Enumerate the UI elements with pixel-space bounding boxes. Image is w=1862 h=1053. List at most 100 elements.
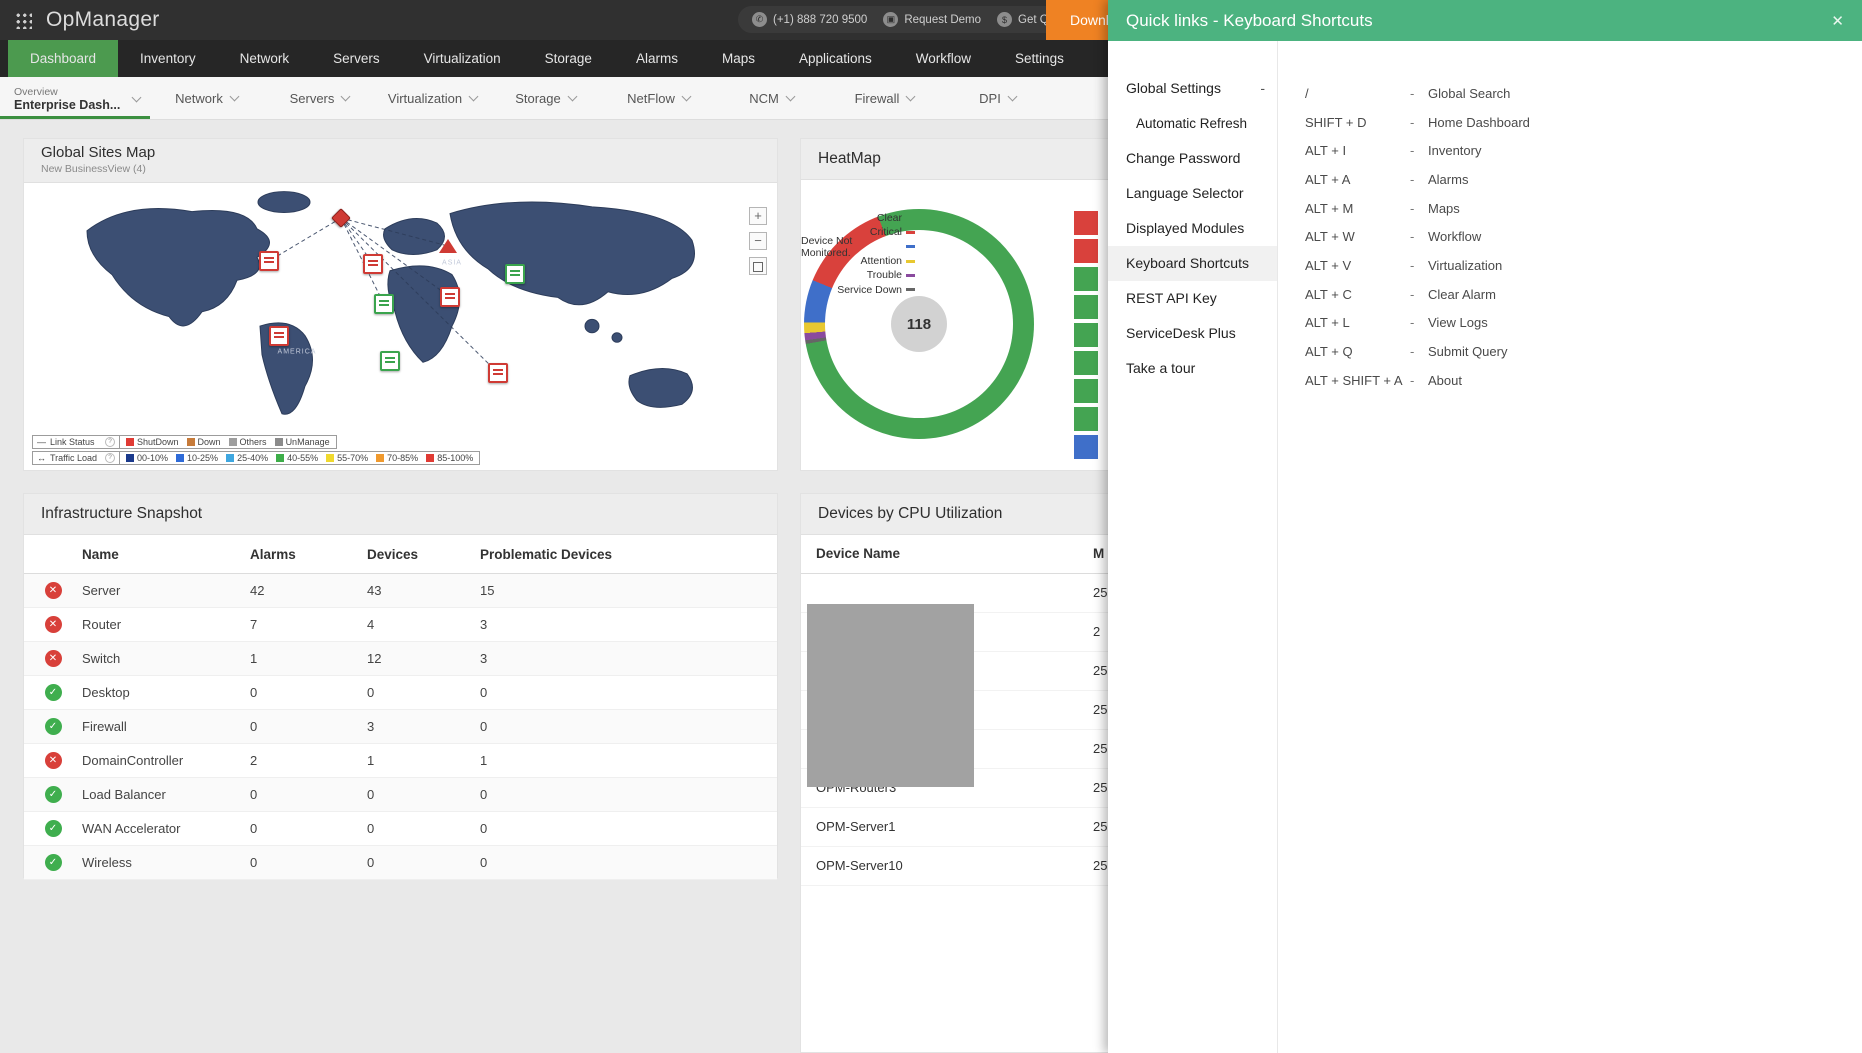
phone-icon: ✆ xyxy=(752,12,767,27)
shortcut-keys: SHIFT + D xyxy=(1305,114,1367,130)
panel-menu-item[interactable]: Take a tour xyxy=(1108,351,1277,386)
table-row[interactable]: Load Balancer 0 0 0 xyxy=(24,778,777,812)
panel-menu-item[interactable]: Language Selector xyxy=(1108,176,1277,211)
subtab-line2: Enterprise Dash... xyxy=(14,97,121,112)
heatmap-cell[interactable] xyxy=(1074,379,1098,403)
site-marker[interactable] xyxy=(440,287,460,307)
panel-header: Quick links - Keyboard Shortcuts ✕ xyxy=(1108,0,1862,41)
zoom-in-button[interactable]: + xyxy=(749,207,767,225)
heatmap-legend-item[interactable]: Trouble xyxy=(801,268,915,282)
table-row[interactable]: WAN Accelerator 0 0 0 xyxy=(24,812,777,846)
subnav-item[interactable]: NCM xyxy=(715,77,828,119)
subnav-item[interactable]: Virtualization xyxy=(376,77,489,119)
heatmap-cell[interactable] xyxy=(1074,239,1098,263)
panel-menu-item[interactable]: Global Settings - xyxy=(1108,71,1277,106)
table-row[interactable]: Server 42 43 15 xyxy=(24,574,777,608)
table-row[interactable]: Wireless 0 0 0 xyxy=(24,846,777,880)
site-marker[interactable] xyxy=(488,363,508,383)
subnav-item[interactable]: Servers xyxy=(263,77,376,119)
heatmap-cell[interactable] xyxy=(1074,435,1098,459)
link-status-label: Link Status xyxy=(50,437,95,447)
heatmap-cell[interactable] xyxy=(1074,211,1098,235)
nav-item[interactable]: Servers xyxy=(311,40,402,77)
demo-icon: ▣ xyxy=(883,12,899,27)
traffic-load-legend: ↔ Traffic Load ? 00-10% 10-25% 25-40% 40-55… xyxy=(32,451,481,465)
region-label: ASIA xyxy=(442,259,462,267)
site-marker[interactable] xyxy=(363,254,383,274)
nav-item[interactable]: Dashboard xyxy=(8,40,119,77)
heatmap-cell[interactable] xyxy=(1074,295,1098,319)
status-icon xyxy=(44,786,62,803)
subnav-items: Network Servers Virtualization Storage NetFl… xyxy=(150,77,1054,119)
panel-menu-item[interactable]: Displayed Modules xyxy=(1108,211,1277,246)
table-row[interactable]: Switch 1 12 3 xyxy=(24,642,777,676)
heatmap-cell[interactable] xyxy=(1074,267,1098,291)
nav-item[interactable]: Virtualization xyxy=(402,40,523,77)
panel-menu-item[interactable]: ServiceDesk Plus xyxy=(1108,316,1277,351)
heatmap-legend-item[interactable]: Service Down xyxy=(801,282,915,296)
panel-menu-item[interactable]: Change Password xyxy=(1108,141,1277,176)
nav-item[interactable]: Alarms xyxy=(614,40,700,77)
site-marker[interactable] xyxy=(374,294,394,314)
nav-item[interactable]: Storage xyxy=(523,40,614,77)
shortcut-keys: ALT + W xyxy=(1305,229,1355,245)
subtab-overview-dashboard[interactable]: Overview Enterprise Dash... xyxy=(0,77,150,119)
shortcut-keys: ALT + L xyxy=(1305,315,1350,331)
subnav-item[interactable]: NetFlow xyxy=(602,77,715,119)
panel-menu-item[interactable]: REST API Key xyxy=(1108,281,1277,316)
heatmap-legend-item[interactable]: Device Not Monitored. xyxy=(801,235,915,259)
status-icon xyxy=(44,684,62,701)
legend-item: 25-40% xyxy=(226,453,268,463)
table-row[interactable]: Firewall 0 3 0 xyxy=(24,710,777,744)
subnav-item[interactable]: Firewall xyxy=(828,77,941,119)
site-marker[interactable] xyxy=(505,264,525,284)
help-icon[interactable]: ? xyxy=(105,453,115,463)
site-marker[interactable] xyxy=(259,251,279,271)
legend-tick xyxy=(906,259,915,263)
traffic-arrow-icon: ↔ xyxy=(37,453,46,463)
link-status-legend: — Link Status ? ShutDown Down Others UnMana… xyxy=(32,435,480,449)
shortcut-separator: - xyxy=(1410,200,1415,216)
heatmap-legend: Clear Critical Device Not Monitored. Attent… xyxy=(801,211,915,297)
fullscreen-button[interactable] xyxy=(749,257,767,275)
help-icon[interactable]: ? xyxy=(105,437,115,447)
site-marker[interactable] xyxy=(439,239,457,253)
table-row[interactable]: DomainController 2 1 1 xyxy=(24,744,777,778)
shortcuts-list: / - Global Search SHIFT + D - Home Dashb… xyxy=(1278,41,1530,1053)
col-devices: Devices xyxy=(367,546,419,562)
subnav-item[interactable]: DPI xyxy=(941,77,1054,119)
nav-item[interactable]: Settings xyxy=(993,40,1086,77)
nav-item[interactable]: Network xyxy=(218,40,312,77)
nav-item[interactable]: Inventory xyxy=(118,40,218,77)
heatmap-cell[interactable] xyxy=(1074,323,1098,347)
table-row[interactable]: Desktop 0 0 0 xyxy=(24,676,777,710)
nav-item[interactable]: Workflow xyxy=(894,40,993,77)
request-demo[interactable]: ▣ Request Demo xyxy=(883,12,981,27)
legend-swatch xyxy=(276,454,285,462)
legend-item: Others xyxy=(228,437,267,447)
heatmap-legend-item[interactable]: Clear xyxy=(801,211,915,225)
map-zoom-controls: + − xyxy=(749,207,767,275)
legend-swatch xyxy=(226,454,235,462)
subnav-item[interactable]: Storage xyxy=(489,77,602,119)
zoom-out-button[interactable]: − xyxy=(749,232,767,250)
panel-menu-item[interactable]: Automatic Refresh xyxy=(1108,106,1277,141)
heatmap-cell[interactable] xyxy=(1074,407,1098,431)
panel-menu-item[interactable]: Keyboard Shortcuts xyxy=(1108,246,1277,281)
subnav-item[interactable]: Network xyxy=(150,77,263,119)
close-icon[interactable]: ✕ xyxy=(1831,12,1844,30)
nav-item[interactable]: Applications xyxy=(777,40,894,77)
redacted-overlay xyxy=(807,604,974,787)
chevron-down-icon xyxy=(567,91,578,102)
world-map[interactable]: ASIA AMERICA xyxy=(32,183,772,431)
table-row[interactable]: Router 7 4 3 xyxy=(24,608,777,642)
phone-contact: ✆ (+1) 888 720 9500 xyxy=(752,12,867,27)
heatmap-cell[interactable] xyxy=(1074,351,1098,375)
site-marker[interactable] xyxy=(269,326,289,346)
apps-grid-icon[interactable] xyxy=(14,11,32,29)
shortcut-separator: - xyxy=(1410,257,1415,273)
infra-table-header: Name Alarms Devices Problematic Devices xyxy=(24,535,777,574)
site-marker[interactable] xyxy=(380,351,400,371)
subtab-line1: Overview xyxy=(14,85,58,98)
nav-item[interactable]: Maps xyxy=(700,40,777,77)
